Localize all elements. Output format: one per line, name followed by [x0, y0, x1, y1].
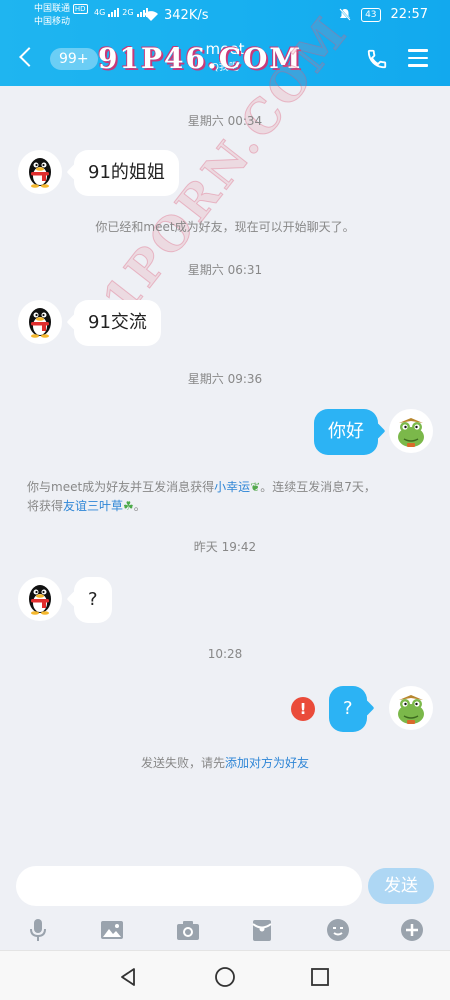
- message-incoming[interactable]: 91交流: [74, 300, 161, 346]
- nav-back-icon[interactable]: [116, 965, 140, 989]
- battery-indicator: 43: [361, 7, 381, 22]
- message-input[interactable]: [16, 866, 362, 906]
- carrier-2: 中国移动: [34, 17, 71, 27]
- nav-home-icon[interactable]: [213, 965, 237, 989]
- signal-icon: 4G 2G: [94, 8, 148, 17]
- message-incoming[interactable]: ?: [74, 577, 112, 623]
- timestamp: 星期六 00:34: [187, 114, 263, 128]
- frog-avatar-icon: [398, 695, 424, 724]
- input-toolbar: [0, 912, 450, 948]
- timestamp: 10:28: [207, 647, 243, 661]
- phone-icon[interactable]: [366, 48, 388, 70]
- mute-icon: [339, 8, 351, 21]
- system-notice: 你已经和meet成为好友，现在可以开始聊天了。: [95, 220, 355, 234]
- wifi-icon: [144, 11, 158, 21]
- status-bar: 中国联通 HD 中国移动 4G 2G 342K/s 43 22:57: [0, 0, 450, 32]
- send-button[interactable]: 发送: [368, 868, 434, 904]
- message-outgoing[interactable]: 你好: [314, 409, 378, 455]
- hd-badge: HD: [72, 4, 88, 14]
- clover-icon: ☘: [123, 499, 134, 513]
- sprout-icon: ❦: [250, 480, 261, 494]
- input-area: 发送: [0, 858, 450, 950]
- frog-avatar-icon: [398, 418, 424, 447]
- notice-text: 。: [133, 499, 146, 513]
- add-friend-link[interactable]: 添加对方为好友: [225, 756, 309, 770]
- penguin-icon: [29, 158, 51, 188]
- message-incoming[interactable]: 91的姐姐: [74, 150, 179, 196]
- carrier-1: 中国联通: [34, 4, 71, 14]
- system-notice: 发送失败，请先添加对方为好友: [0, 754, 450, 773]
- net-type-1: 4G: [94, 8, 106, 17]
- timestamp: 星期六 06:31: [187, 263, 263, 277]
- net-type-2: 2G: [122, 8, 134, 17]
- carrier-info: 中国联通 HD 中国移动: [34, 3, 88, 29]
- avatar-contact[interactable]: [18, 150, 62, 194]
- back-button[interactable]: [16, 46, 38, 70]
- status-right: 43 22:57: [339, 7, 428, 22]
- penguin-icon: [29, 585, 51, 615]
- nav-recents-icon[interactable]: [308, 965, 332, 989]
- penguin-icon: [29, 308, 51, 338]
- clock: 22:57: [390, 7, 428, 22]
- unread-count-badge[interactable]: 99+: [50, 48, 98, 70]
- menu-icon[interactable]: [408, 49, 428, 67]
- lucky-link[interactable]: 小幸运: [214, 480, 250, 494]
- mic-icon[interactable]: [24, 916, 52, 944]
- camera-icon[interactable]: [174, 916, 202, 944]
- avatar-self[interactable]: [389, 686, 433, 730]
- message-outgoing[interactable]: ?: [329, 686, 367, 732]
- system-nav-bar: [0, 950, 450, 1000]
- clover-link[interactable]: 友谊三叶草: [63, 499, 123, 513]
- chat-header: 中国联通 HD 中国移动 4G 2G 342K/s 43 22:57 99+ m…: [0, 0, 450, 86]
- timestamp: 星期六 09:36: [187, 372, 263, 386]
- notice-text: 发送失败，请先: [140, 756, 225, 770]
- avatar-contact[interactable]: [18, 577, 62, 621]
- image-icon[interactable]: [98, 916, 126, 944]
- emoji-icon[interactable]: [324, 916, 352, 944]
- avatar-contact[interactable]: [18, 300, 62, 344]
- notice-text: 将获得: [27, 499, 64, 513]
- send-failed-icon[interactable]: !: [291, 697, 315, 721]
- timestamp: 昨天 19:42: [193, 540, 257, 554]
- avatar-self[interactable]: [389, 409, 433, 453]
- notice-text: 。连续互发消息7天，: [260, 480, 376, 494]
- system-notice: 你与meet成为好友并互发消息获得小幸运❦。连续互发消息7天， 将获得友谊三叶草…: [27, 478, 427, 516]
- red-packet-icon[interactable]: [248, 916, 276, 944]
- notice-text: 你与meet成为好友并互发消息获得: [27, 480, 215, 494]
- network-speed: 342K/s: [164, 8, 209, 23]
- plus-icon[interactable]: [398, 916, 426, 944]
